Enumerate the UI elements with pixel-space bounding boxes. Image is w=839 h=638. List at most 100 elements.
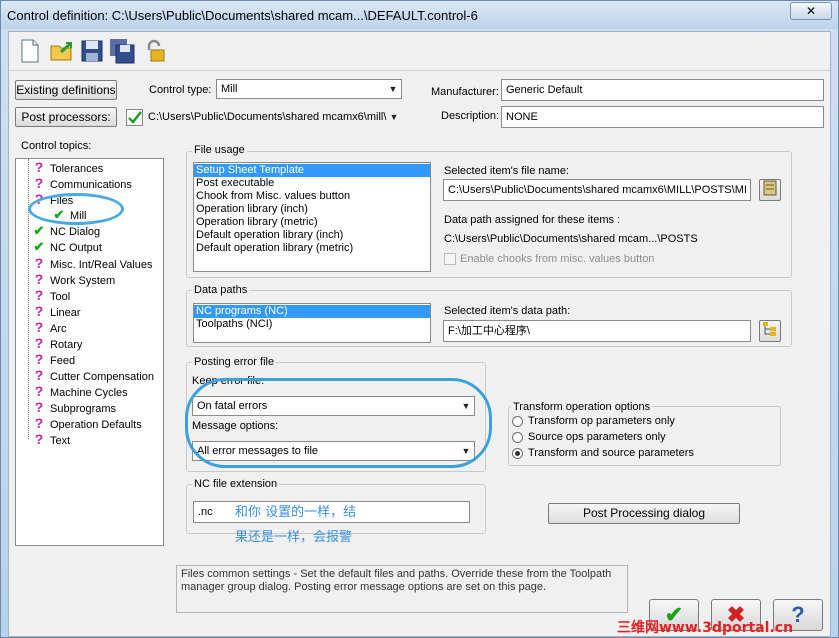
file-name-label: Selected item's file name: [444,165,569,177]
tree-guide-line [28,159,29,439]
annotation-ellipse-mill [28,193,124,225]
file-cabinet-icon [763,180,777,196]
list-item[interactable]: Operation library (metric) [194,216,430,229]
tree-item[interactable]: ? Machine Cycles [32,383,128,399]
annotation-text-line1: 和你 设置的一样，结 [235,505,357,520]
question-icon: ? [34,335,44,351]
dialog-body: Existing definitions Post processors: Co… [8,31,831,637]
watermark-text: 三维网www.3dportal.cn [617,620,794,636]
new-file-icon[interactable] [17,38,43,64]
annotation-text-line2: 果还是一样，会报警 [235,530,353,545]
manufacturer-field[interactable]: Generic Default [501,79,824,101]
data-path-assigned-value: C:\Users\Public\Documents\shared mcam...… [444,233,698,245]
browse-file-button[interactable] [759,179,781,201]
control-type-label: Control type: [149,84,212,96]
tree-item[interactable]: ? Tolerances [32,159,103,175]
control-definition-window: Control definition: C:\Users\Public\Docu… [0,0,839,638]
list-item[interactable]: Toolpaths (NCI) [194,318,430,331]
question-icon: ? [34,271,44,287]
tree-item[interactable]: ? Misc. Int/Real Values [32,255,153,271]
data-path-field[interactable]: F:\加工中心程序\ [443,320,751,342]
save-icon[interactable] [79,38,105,64]
control-type-select[interactable]: Mill ▼ [216,79,402,99]
post-processing-dialog-button[interactable]: Post Processing dialog [548,503,740,524]
title-bar: Control definition: C:\Users\Public\Docu… [1,1,838,29]
question-icon: ? [34,399,44,415]
open-folder-icon[interactable] [49,38,75,64]
question-icon: ? [34,431,44,447]
transform-op-label: Transform op parameters only [528,415,675,427]
question-icon: ? [34,287,44,303]
folder-tree-icon [763,322,776,336]
question-icon: ? [34,383,44,399]
data-paths-list[interactable]: NC programs (NC) Toolpaths (NCI) [193,303,431,343]
list-item[interactable]: Post executable [194,177,430,190]
tree-item[interactable]: ✔ NC Output [32,239,102,255]
chevron-down-icon: ▼ [388,84,398,94]
posting-error-title: Posting error file [192,356,277,368]
check-icon: ✔ [33,223,45,238]
lock-icon[interactable] [141,38,167,64]
question-icon: ? [34,319,44,335]
data-path-assigned-label: Data path assigned for these items : [444,214,621,226]
post-file-icon [126,109,143,126]
post-processors-button[interactable]: Post processors: [15,107,117,127]
question-icon: ? [34,159,44,175]
tree-item[interactable]: ? Communications [32,175,132,191]
transform-options-title: Transform operation options [511,401,653,413]
browse-folder-button[interactable] [759,320,781,342]
description-field[interactable]: NONE [501,106,824,128]
question-icon: ? [34,175,44,191]
help-text: Files common settings - Set the default … [176,565,628,613]
list-item[interactable]: Operation library (inch) [194,203,430,216]
help-icon: ? [791,602,805,627]
file-usage-list[interactable]: Setup Sheet Template Post executable Cho… [193,162,431,272]
source-ops-radio[interactable] [512,432,523,443]
tree-item[interactable]: ? Rotary [32,335,83,351]
question-icon: ? [34,303,44,319]
question-icon: ? [34,255,44,271]
tree-item[interactable]: ? Subprograms [32,399,116,415]
nc-extension-title: NC file extension [192,478,280,490]
file-usage-title: File usage [192,144,247,156]
enable-chooks-checkbox[interactable] [444,253,456,265]
question-icon: ? [34,367,44,383]
transform-and-source-radio[interactable] [512,448,523,459]
data-paths-title: Data paths [192,284,250,296]
tree-item[interactable]: ? Linear [32,303,81,319]
list-item[interactable]: Default operation library (inch) [194,229,430,242]
list-item[interactable]: Chook from Misc. values button [194,190,430,203]
tree-item[interactable]: ? Arc [32,319,67,335]
post-path-value: C:\Users\Public\Documents\shared mcamx6\… [148,111,387,123]
control-topics-label: Control topics: [21,140,92,152]
save-all-icon[interactable] [109,38,135,64]
tree-item[interactable]: ? Work System [32,271,115,287]
list-item[interactable]: Setup Sheet Template [194,164,430,177]
close-button[interactable]: ✕ [790,2,832,20]
question-icon: ? [34,415,44,431]
transform-op-radio[interactable] [512,416,523,427]
file-name-field[interactable]: C:\Users\Public\Documents\shared mcamx6\… [443,179,751,201]
chevron-down-icon: ▼ [389,112,399,122]
existing-definitions-button[interactable]: Existing definitions [15,80,117,100]
tree-item[interactable]: ? Tool [32,287,70,303]
source-ops-label: Source ops parameters only [528,431,666,443]
transform-and-source-label: Transform and source parameters [528,447,694,459]
tree-item[interactable]: ✔ NC Dialog [32,223,101,239]
manufacturer-label: Manufacturer: [431,86,499,98]
annotation-ellipse-error-options [185,378,492,468]
selected-data-path-label: Selected item's data path: [444,305,571,317]
control-type-value: Mill [221,83,238,95]
tree-item[interactable]: ? Text [32,431,70,447]
tree-item[interactable]: ? Feed [32,351,75,367]
question-icon: ? [34,351,44,367]
tree-item[interactable]: ? Cutter Compensation [32,367,154,383]
description-label: Description: [441,110,500,122]
toolbar-divider [9,70,830,71]
post-processor-select[interactable]: C:\Users\Public\Documents\shared mcamx6\… [144,108,402,128]
tree-item[interactable]: ? Operation Defaults [32,415,142,431]
check-icon: ✔ [33,239,45,254]
enable-chooks-label: Enable chooks from misc. values button [460,253,655,265]
list-item[interactable]: Default operation library (metric) [194,242,430,255]
list-item[interactable]: NC programs (NC) [194,305,430,318]
